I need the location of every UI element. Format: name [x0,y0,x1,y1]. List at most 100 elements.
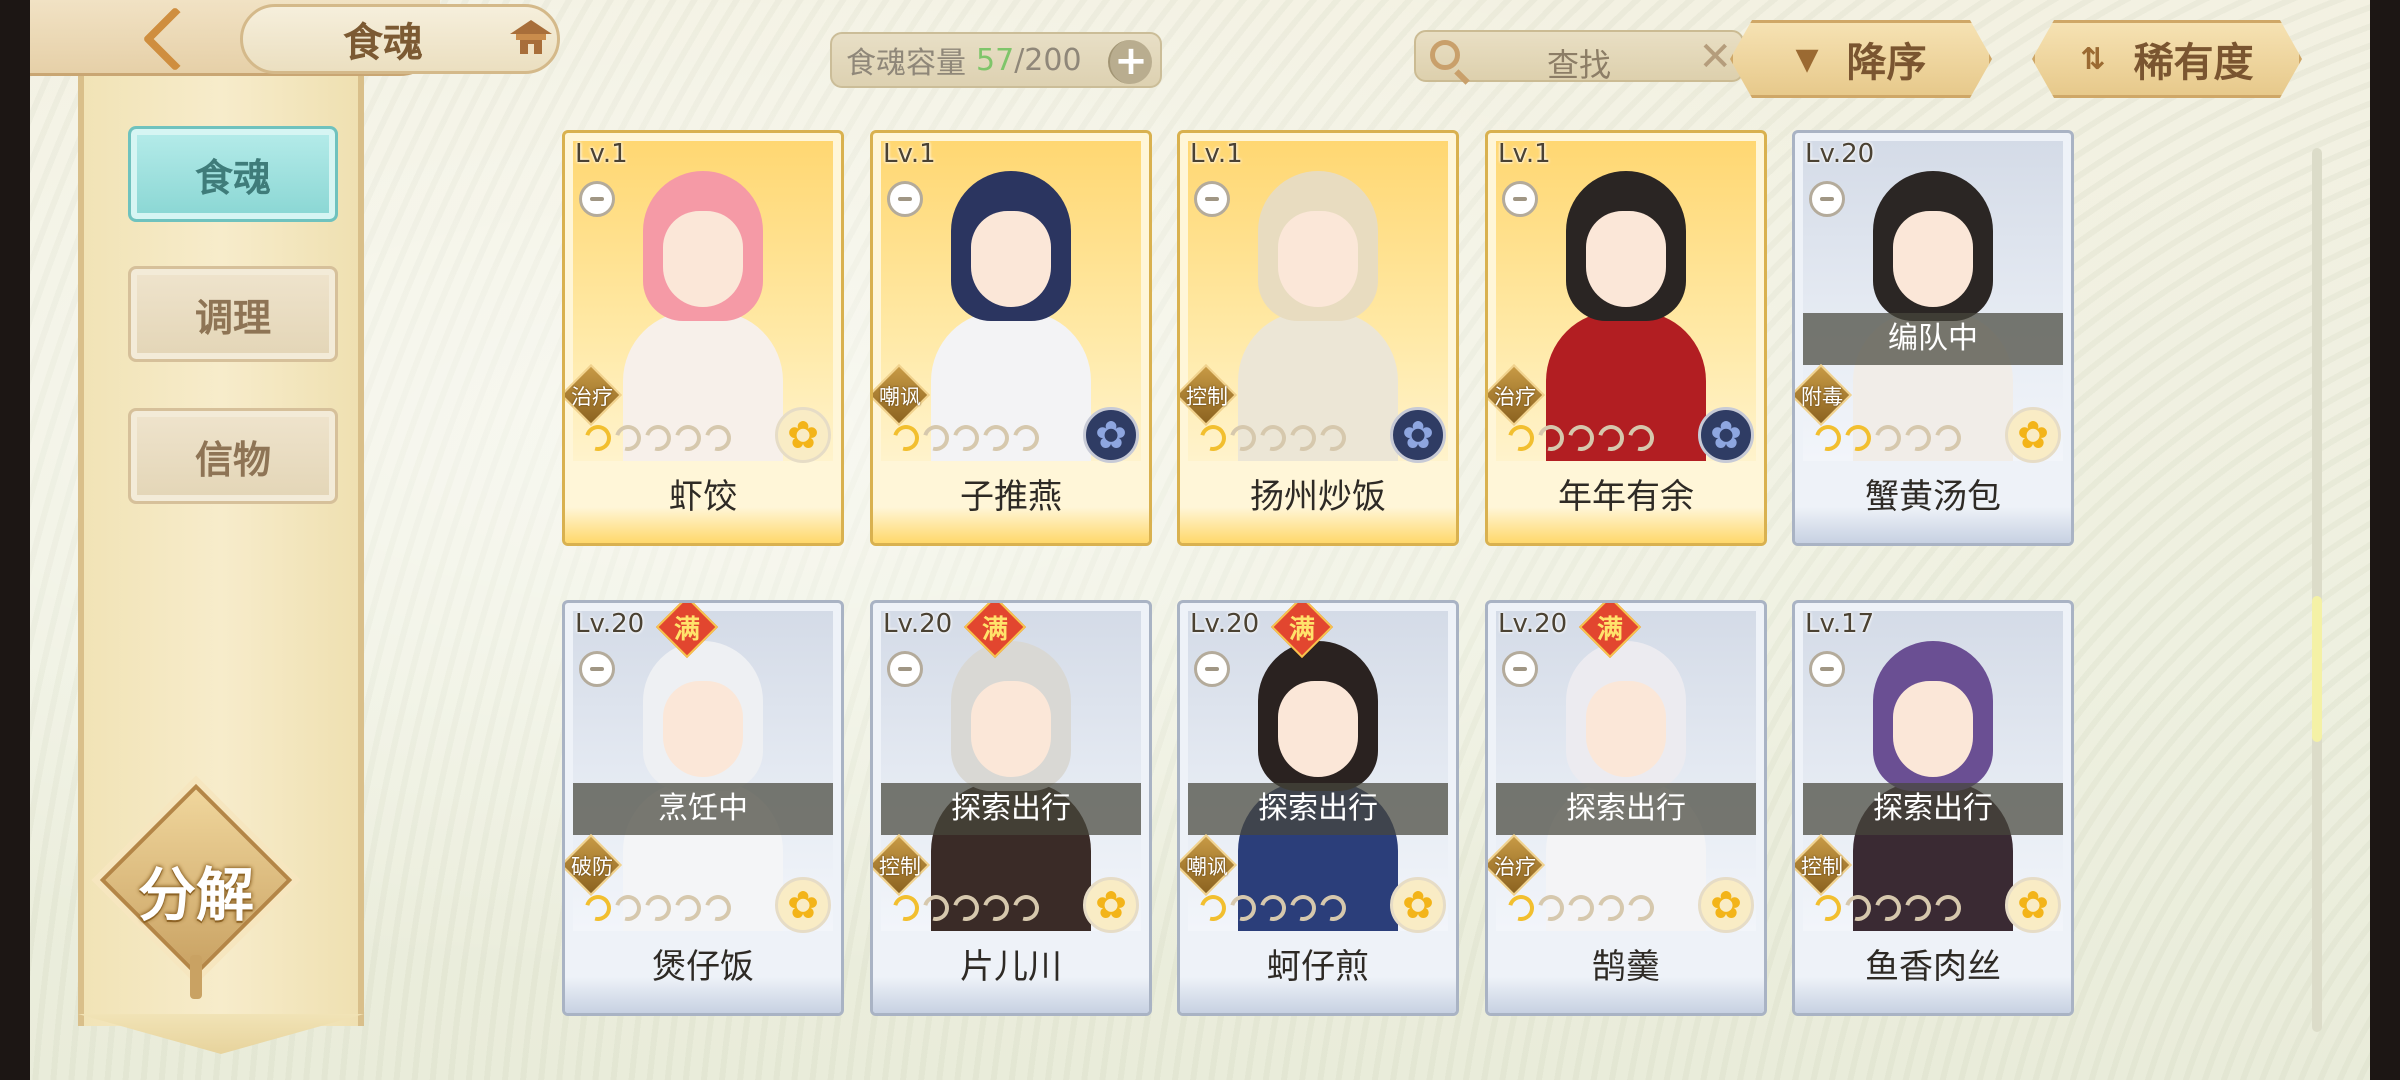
triangle-down-icon: ▼ [1795,41,1819,77]
role-label: 控制 [1801,855,1843,879]
star-icon [1623,420,1659,456]
star-icon [670,890,706,926]
role-label: 嘲讽 [879,385,921,409]
pavilion-icon[interactable] [508,18,554,58]
star-icon [640,420,676,456]
star-rating [1503,890,1659,926]
max-level-text: 满 [1596,615,1623,645]
role-badge: 控制 [873,833,931,897]
bowl-icon [1809,651,1845,687]
character-name: 鱼香肉丝 [1865,947,2001,987]
star-icon [1870,420,1906,456]
level-label: Lv.1 [575,139,628,169]
role-badge: 嘲讽 [1180,833,1238,897]
character-name: 蟹黄汤包 [1865,477,2001,517]
role-label: 治疗 [1494,855,1536,879]
bowl-icon [1194,181,1230,217]
star-rating [888,890,1044,926]
character-name: 片儿川 [960,947,1062,987]
food-soul-card[interactable]: Lv.1 嘲讽 ✿ 子推燕 [870,130,1152,546]
star-icon [580,890,616,926]
character-name: 蚵仔煎 [1267,947,1369,987]
food-soul-card[interactable]: Lv.20 编队中 附毒 ✿ 蟹黄汤包 [1792,130,2074,546]
food-soul-card[interactable]: Lv.20 满探索出行 控制 ✿ 片儿川 [870,600,1152,1016]
food-soul-card[interactable]: Lv.1 治疗 ✿ 年年有余 [1485,130,1767,546]
level-label: Lv.20 [1805,139,1875,169]
star-icon [918,420,954,456]
star-icon [1533,420,1569,456]
star-rating [1503,420,1659,456]
food-soul-card[interactable]: Lv.20 满探索出行 嘲讽 ✿ 蚵仔煎 [1177,600,1459,1016]
food-soul-card[interactable]: Lv.20 满探索出行 治疗 ✿ 鹄羹 [1485,600,1767,1016]
decompose-button[interactable]: 分解 [99,783,293,999]
status-banner: 探索出行 [1188,783,1448,835]
search-placeholder: 查找 [1546,46,1611,84]
capacity-current: 57 [976,42,1015,78]
star-icon [1623,890,1659,926]
star-rating [888,420,1044,456]
character-name: 子推燕 [960,477,1062,517]
max-level-text: 满 [981,615,1008,645]
character-name: 年年有余 [1558,477,1694,517]
flower-element-icon: ✿ [1698,877,1754,933]
role-badge: 控制 [1180,363,1238,427]
add-capacity-button[interactable]: + [1108,40,1152,84]
food-soul-card[interactable]: Lv.1 治疗 ✿ 虾饺 [562,130,844,546]
star-icon [610,890,646,926]
sort-order-label: 降序 [1846,40,1927,86]
sidebar-item-label: 食魂 [194,154,271,200]
bowl-icon [887,651,923,687]
level-label: Lv.1 [883,139,936,169]
role-badge: 治疗 [1488,363,1546,427]
sidebar-item-label: 调理 [194,294,271,340]
bowl-icon [1809,181,1845,217]
sidebar-item-conditioning[interactable]: 调理 [128,266,338,362]
star-icon [948,890,984,926]
level-label: Lv.1 [1190,139,1243,169]
star-icon [978,890,1014,926]
search-input[interactable]: 查找 ✕ [1414,30,1744,84]
sort-rarity-button[interactable]: ⇅ 稀有度 [2032,20,2302,98]
back-button[interactable] [110,6,240,72]
food-soul-card[interactable]: Lv.17 探索出行 控制 ✿ 鱼香肉丝 [1792,600,2074,1016]
sidebar-item-tokens[interactable]: 信物 [128,408,338,504]
sort-order-button[interactable]: ▼ 降序 [1730,20,1992,98]
star-icon [580,420,616,456]
star-icon [1900,890,1936,926]
level-label: Lv.17 [1805,609,1875,639]
max-level-text: 满 [1288,615,1315,645]
star-icon [1195,420,1231,456]
star-rating [1810,420,1966,456]
flower-element-icon: ✿ [1390,877,1446,933]
back-arrow-icon [142,6,208,72]
flower-element-icon: ✿ [775,407,831,463]
flower-element-icon: ✿ [2005,407,2061,463]
food-soul-card[interactable]: Lv.20 满烹饪中 破防 ✿ 煲仔饭 [562,600,844,1016]
flower-element-icon: ✿ [775,877,831,933]
star-icon [700,890,736,926]
scrollbar-track[interactable] [2312,148,2322,1032]
role-badge: 破防 [565,833,623,897]
sort-arrows-icon: ⇅ [2080,41,2106,77]
star-icon [1563,420,1599,456]
star-icon [1563,890,1599,926]
star-rating [1195,420,1351,456]
star-rating [1195,890,1351,926]
star-icon [1870,890,1906,926]
capacity-display: 食魂容量 57 /200 + [830,32,1162,88]
star-icon [1195,890,1231,926]
level-label: Lv.20 [1498,609,1568,639]
star-icon [1225,420,1261,456]
flower-element-icon: ✿ [1698,407,1754,463]
star-icon [1315,420,1351,456]
scrollbar-thumb[interactable] [2312,596,2322,742]
role-badge: 嘲讽 [873,363,931,427]
status-banner: 编队中 [1803,313,2063,365]
star-icon [1930,890,1966,926]
level-label: Lv.20 [575,609,645,639]
clear-search-icon[interactable]: ✕ [1698,34,1732,80]
capacity-max: /200 [1014,42,1082,78]
food-soul-card[interactable]: Lv.1 控制 ✿ 扬州炒饭 [1177,130,1459,546]
sidebar-item-food-souls[interactable]: 食魂 [128,126,338,222]
star-icon [640,890,676,926]
